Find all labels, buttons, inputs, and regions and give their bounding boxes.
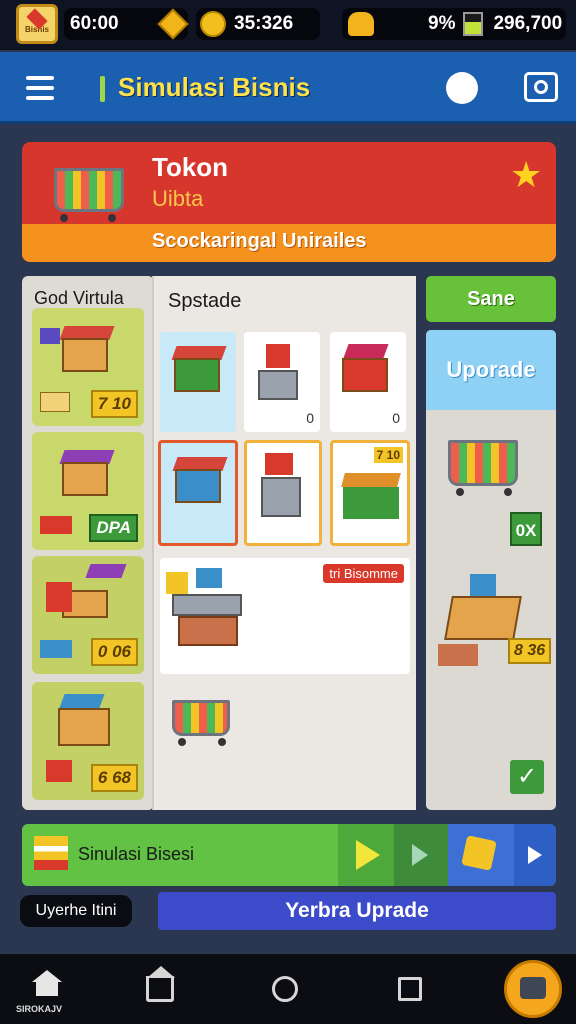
play-icon[interactable] [338,824,394,886]
save-button[interactable]: Sane [426,276,556,322]
app-badge-icon[interactable]: Bisnis [16,4,58,44]
home-icon[interactable] [32,970,62,996]
app-bar: Simulasi Bisnis [0,52,576,124]
catalog-card[interactable]: 7 10 [32,308,144,426]
upgrade-cart-icon [448,440,518,496]
confirm-check-icon[interactable]: ✓ [510,760,544,794]
simulation-bar[interactable]: Sinulasi Bisesi [22,824,556,886]
promo-card[interactable]: tri Bisomme [160,558,410,674]
catalog-price: 6 68 [90,764,138,792]
shop-item[interactable]: 0 [244,332,320,432]
gem-icon [157,8,189,40]
catalog-price: 0 06 [90,638,138,666]
resource-pill: 9% 296,700 [342,8,566,40]
cash-text: 296,700 [493,13,563,34]
store-tagline: Scockaringal Unirailes [152,230,367,252]
coin-icon [200,11,226,37]
shop-item[interactable] [160,332,236,432]
upgrade-button[interactable]: Yerbra Uprade [158,892,556,930]
menu-icon[interactable] [26,76,54,106]
catalog-card[interactable]: 6 68 [32,682,144,800]
puzzle-fab-icon[interactable] [504,960,562,1018]
back-icon[interactable] [146,966,175,1002]
shop-items-panel: Spstade 0 0 7 10 tri Bisomme [152,276,416,810]
promo-label: tri Bisomme [323,564,404,583]
fast-forward-icon[interactable] [394,824,448,886]
store-banner[interactable]: Tokon Uibta ★ Scockaringal Unirailes [22,142,556,262]
shop-item-badge: 7 10 [373,447,403,463]
left-catalog-panel: God Virtula 7 10 DPA 0 06 6 68 [22,276,154,810]
battery-icon [463,12,484,36]
store-subtitle: Uibta [152,186,204,211]
upgrade-panel: Uporade 0X 8 36 ✓ [426,330,556,810]
catalog-card[interactable]: DPA [32,432,144,550]
mid-panel-title: Spstade [168,290,242,312]
shop-item-badge: 0 [392,410,400,426]
next-icon[interactable] [514,824,556,886]
left-panel-title: God Virtula [34,288,124,308]
boost-icon[interactable] [448,824,514,886]
time-text: 60:00 [70,13,119,34]
upgrade-tab[interactable]: Uporade [426,330,556,410]
catalog-price: 7 10 [90,390,138,418]
shop-cart-item[interactable] [172,700,230,746]
hand-icon [348,12,374,36]
coins-text: 35:326 [234,13,294,34]
upgrade-price: 8 36 [508,638,552,664]
status-bar: Bisnis 60:00 35:326 9% 296,700 [0,0,576,50]
store-name: Tokon [152,152,229,182]
battery-text: 9% [428,13,456,34]
shop-item[interactable] [244,440,322,546]
catalog-card[interactable]: 0 06 [32,556,144,674]
title-accent [100,76,105,102]
shop-item-selected[interactable] [158,440,238,546]
store-tagline-bar: Scockaringal Unirailes [22,224,556,262]
shop-item-badge: 0 [306,410,314,426]
stack-icon [34,836,68,870]
home-label: SIROKAJV [16,1004,63,1014]
settings-gear-icon[interactable] [446,72,478,104]
favorite-star-icon[interactable]: ★ [510,154,542,196]
recents-icon[interactable] [398,977,422,1001]
coins-pill: 35:326 [196,8,320,40]
catalog-price: DPA [89,514,138,542]
camera-icon[interactable] [524,72,558,102]
shop-item[interactable]: 0 [330,332,406,432]
simulation-label: Sinulasi Bisesi [78,844,195,864]
ok-badge: 0X [510,512,542,546]
navigation-bar: SIROKAJV [0,954,576,1024]
upgrade-station-icon [444,596,522,640]
right-action-column: Sane Uporade 0X 8 36 ✓ [426,276,556,810]
app-title: Simulasi Bisnis [118,72,311,102]
shop-item[interactable]: 7 10 [330,440,410,546]
time-pill: 60:00 [64,8,189,40]
store-cart-icon [54,168,124,222]
info-pill[interactable]: Uyerhe Itini [20,895,132,927]
circle-home-icon[interactable] [272,976,298,1002]
